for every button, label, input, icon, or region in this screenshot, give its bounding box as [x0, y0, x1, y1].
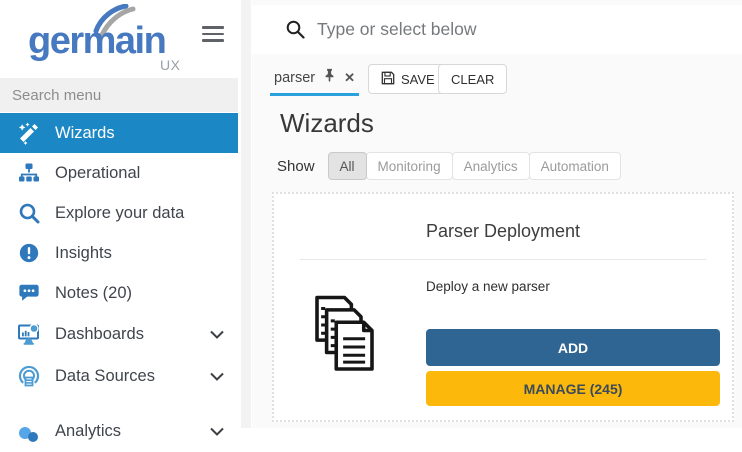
sidebar-search-input[interactable] [0, 78, 238, 112]
sidebar-item-label: Explore your data [55, 204, 184, 223]
main-content: parser ✕ SAVE CLEAR Wizards Show [252, 0, 742, 428]
analytics-icon [16, 419, 42, 443]
chevron-down-icon[interactable] [210, 325, 224, 344]
card-description: Deploy a new parser [426, 279, 550, 294]
clear-button[interactable]: CLEAR [438, 64, 507, 94]
pin-icon[interactable] [323, 68, 336, 87]
floppy-disk-icon [381, 71, 395, 88]
global-search-bar [252, 5, 742, 54]
magic-wand-icon [16, 121, 42, 145]
sidebar-item-label: Data Sources [55, 367, 155, 386]
show-label: Show [277, 158, 315, 175]
tab-bar: parser ✕ SAVE CLEAR [252, 58, 742, 96]
documents-stack-icon [306, 292, 394, 385]
brand-logo: germain [28, 22, 165, 60]
brand-sub-label: UX [160, 57, 180, 73]
card-divider [300, 259, 706, 260]
sidebar-item-label: Dashboards [55, 325, 144, 344]
chevron-down-icon[interactable] [210, 367, 224, 386]
tab-parser[interactable]: parser ✕ [270, 62, 359, 96]
sidebar-item-operational[interactable]: Operational [0, 153, 238, 193]
sitemap-icon [16, 161, 42, 185]
chevron-down-icon[interactable] [210, 422, 224, 441]
sidebar-item-data-sources[interactable]: Data Sources [0, 355, 238, 397]
sidebar-item-label: Operational [55, 164, 140, 183]
global-search-input[interactable] [315, 18, 742, 41]
add-button[interactable]: ADD [426, 329, 720, 366]
logo-row: germain UX [0, 0, 238, 78]
sidebar-item-label: Insights [55, 244, 112, 263]
sidebar-menu: Wizards Operational Explo [0, 113, 238, 452]
sidebar-item-notes[interactable]: Notes (20) [0, 273, 238, 313]
save-button[interactable]: SAVE [368, 64, 448, 94]
show-filter-row: Show All Monitoring Analytics Automation [277, 152, 621, 180]
clear-button-label: CLEAR [451, 72, 494, 87]
close-icon[interactable]: ✕ [344, 71, 355, 84]
chat-bubble-icon [16, 281, 42, 305]
sidebar-item-analytics[interactable]: Analytics [0, 410, 238, 452]
hamburger-menu-icon[interactable] [202, 26, 224, 46]
database-icon [16, 364, 42, 388]
filter-analytics[interactable]: Analytics [452, 152, 530, 180]
filter-all[interactable]: All [328, 152, 367, 180]
sidebar-item-label: Notes (20) [55, 284, 132, 303]
parser-deployment-card: Parser Deployment Dep [272, 192, 734, 422]
card-title: Parser Deployment [274, 221, 732, 242]
save-button-label: SAVE [401, 72, 435, 87]
alert-circle-icon [16, 241, 42, 265]
sidebar-item-explore-your-data[interactable]: Explore your data [0, 193, 238, 233]
sidebar-item-label: Wizards [55, 124, 115, 143]
sidebar-item-label: Analytics [55, 422, 121, 441]
sidebar-item-wizards[interactable]: Wizards [0, 113, 238, 153]
sidebar-item-dashboards[interactable]: Dashboards [0, 313, 238, 355]
search-icon [286, 20, 305, 39]
tab-label: parser [274, 70, 315, 86]
sidebar-scrollbar-track[interactable] [241, 0, 251, 428]
search-icon [16, 201, 42, 225]
sidebar: germain UX Wizards [0, 0, 238, 428]
page-title: Wizards [280, 108, 374, 139]
manage-button[interactable]: MANAGE (245) [426, 371, 720, 406]
filter-automation[interactable]: Automation [529, 152, 621, 180]
filter-monitoring[interactable]: Monitoring [366, 152, 453, 180]
dashboard-monitor-icon [16, 322, 42, 346]
sidebar-item-insights[interactable]: Insights [0, 233, 238, 273]
